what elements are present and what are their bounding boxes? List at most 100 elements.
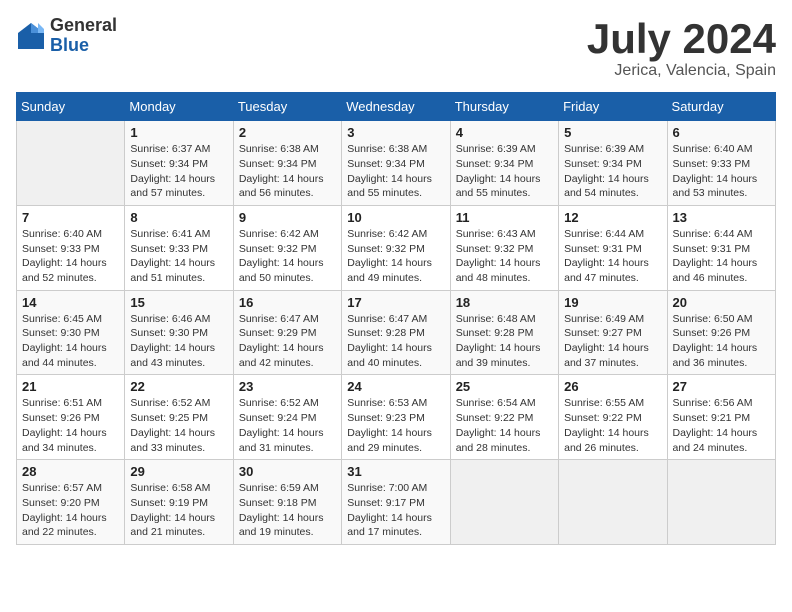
day-number: 20 (673, 295, 770, 310)
calendar-cell: 14 Sunrise: 6:45 AMSunset: 9:30 PMDayligh… (17, 290, 125, 375)
day-number: 24 (347, 379, 444, 394)
calendar-header: SundayMondayTuesdayWednesdayThursdayFrid… (17, 93, 776, 121)
logo-icon (16, 21, 46, 51)
day-number: 14 (22, 295, 119, 310)
day-number: 31 (347, 464, 444, 479)
day-detail: Sunrise: 6:41 AMSunset: 9:33 PMDaylight:… (130, 227, 227, 286)
day-number: 10 (347, 210, 444, 225)
day-number: 17 (347, 295, 444, 310)
weekday-header-thursday: Thursday (450, 93, 558, 121)
day-detail: Sunrise: 6:46 AMSunset: 9:30 PMDaylight:… (130, 312, 227, 371)
day-number: 29 (130, 464, 227, 479)
calendar-cell: 11 Sunrise: 6:43 AMSunset: 9:32 PMDayligh… (450, 205, 558, 290)
calendar-cell: 29 Sunrise: 6:58 AMSunset: 9:19 PMDayligh… (125, 460, 233, 545)
day-detail: Sunrise: 6:45 AMSunset: 9:30 PMDaylight:… (22, 312, 119, 371)
day-detail: Sunrise: 6:54 AMSunset: 9:22 PMDaylight:… (456, 396, 553, 455)
calendar-cell: 15 Sunrise: 6:46 AMSunset: 9:30 PMDayligh… (125, 290, 233, 375)
day-detail: Sunrise: 6:39 AMSunset: 9:34 PMDaylight:… (456, 142, 553, 201)
day-number: 15 (130, 295, 227, 310)
day-detail: Sunrise: 6:44 AMSunset: 9:31 PMDaylight:… (673, 227, 770, 286)
day-detail: Sunrise: 6:58 AMSunset: 9:19 PMDaylight:… (130, 481, 227, 540)
calendar-week-row: 21Sunrise: 6:51 AMSunset: 9:26 PMDayligh… (17, 375, 776, 460)
weekday-header-saturday: Saturday (667, 93, 775, 121)
day-number: 19 (564, 295, 661, 310)
weekday-header-tuesday: Tuesday (233, 93, 341, 121)
calendar-cell: 12Sunrise: 6:44 AMSunset: 9:31 PMDayligh… (559, 205, 667, 290)
day-detail: Sunrise: 6:38 AMSunset: 9:34 PMDaylight:… (347, 142, 444, 201)
calendar-cell: 31Sunrise: 7:00 AMSunset: 9:17 PMDayligh… (342, 460, 450, 545)
calendar-cell: 20 Sunrise: 6:50 AMSunset: 9:26 PMDayligh… (667, 290, 775, 375)
calendar-cell (559, 460, 667, 545)
day-detail: Sunrise: 6:59 AMSunset: 9:18 PMDaylight:… (239, 481, 336, 540)
calendar-cell: 10 Sunrise: 6:42 AMSunset: 9:32 PMDayligh… (342, 205, 450, 290)
day-number: 3 (347, 125, 444, 140)
day-detail: Sunrise: 6:40 AMSunset: 9:33 PMDaylight:… (22, 227, 119, 286)
calendar-cell: 4 Sunrise: 6:39 AMSunset: 9:34 PMDaylight… (450, 121, 558, 206)
calendar-cell: 24 Sunrise: 6:53 AMSunset: 9:23 PMDayligh… (342, 375, 450, 460)
day-number: 23 (239, 379, 336, 394)
day-detail: Sunrise: 6:53 AMSunset: 9:23 PMDaylight:… (347, 396, 444, 455)
day-number: 2 (239, 125, 336, 140)
calendar-cell: 22Sunrise: 6:52 AMSunset: 9:25 PMDayligh… (125, 375, 233, 460)
day-detail: Sunrise: 6:40 AMSunset: 9:33 PMDaylight:… (673, 142, 770, 201)
weekday-header-monday: Monday (125, 93, 233, 121)
page-header: General Blue July 2024 Jerica, Valencia,… (16, 16, 776, 80)
day-number: 26 (564, 379, 661, 394)
day-detail: Sunrise: 6:49 AMSunset: 9:27 PMDaylight:… (564, 312, 661, 371)
calendar-cell: 16Sunrise: 6:47 AMSunset: 9:29 PMDayligh… (233, 290, 341, 375)
logo: General Blue (16, 16, 117, 56)
day-detail: Sunrise: 6:38 AMSunset: 9:34 PMDaylight:… (239, 142, 336, 201)
logo-blue-text: Blue (50, 36, 117, 56)
day-detail: Sunrise: 6:42 AMSunset: 9:32 PMDaylight:… (347, 227, 444, 286)
calendar-cell: 26 Sunrise: 6:55 AMSunset: 9:22 PMDayligh… (559, 375, 667, 460)
day-detail: Sunrise: 6:55 AMSunset: 9:22 PMDaylight:… (564, 396, 661, 455)
day-detail: Sunrise: 6:52 AMSunset: 9:25 PMDaylight:… (130, 396, 227, 455)
day-detail: Sunrise: 6:50 AMSunset: 9:26 PMDaylight:… (673, 312, 770, 371)
location-text: Jerica, Valencia, Spain (587, 62, 776, 80)
calendar-cell: 23 Sunrise: 6:52 AMSunset: 9:24 PMDayligh… (233, 375, 341, 460)
day-number: 6 (673, 125, 770, 140)
day-number: 25 (456, 379, 553, 394)
calendar-cell: 1Sunrise: 6:37 AMSunset: 9:34 PMDaylight… (125, 121, 233, 206)
calendar-cell: 9 Sunrise: 6:42 AMSunset: 9:32 PMDaylight… (233, 205, 341, 290)
calendar-cell: 2 Sunrise: 6:38 AMSunset: 9:34 PMDaylight… (233, 121, 341, 206)
calendar-cell: 5 Sunrise: 6:39 AMSunset: 9:34 PMDaylight… (559, 121, 667, 206)
day-number: 28 (22, 464, 119, 479)
calendar-cell: 28Sunrise: 6:57 AMSunset: 9:20 PMDayligh… (17, 460, 125, 545)
calendar-week-row: 14 Sunrise: 6:45 AMSunset: 9:30 PMDayligh… (17, 290, 776, 375)
day-number: 18 (456, 295, 553, 310)
weekday-header-friday: Friday (559, 93, 667, 121)
weekday-header-row: SundayMondayTuesdayWednesdayThursdayFrid… (17, 93, 776, 121)
day-number: 12 (564, 210, 661, 225)
calendar-cell (450, 460, 558, 545)
logo-text: General Blue (50, 16, 117, 56)
calendar-cell: 27Sunrise: 6:56 AMSunset: 9:21 PMDayligh… (667, 375, 775, 460)
day-number: 5 (564, 125, 661, 140)
day-detail: Sunrise: 6:56 AMSunset: 9:21 PMDaylight:… (673, 396, 770, 455)
calendar-cell: 8Sunrise: 6:41 AMSunset: 9:33 PMDaylight… (125, 205, 233, 290)
day-detail: Sunrise: 6:43 AMSunset: 9:32 PMDaylight:… (456, 227, 553, 286)
calendar-cell: 7 Sunrise: 6:40 AMSunset: 9:33 PMDaylight… (17, 205, 125, 290)
month-title: July 2024 (587, 16, 776, 62)
calendar-week-row: 28Sunrise: 6:57 AMSunset: 9:20 PMDayligh… (17, 460, 776, 545)
calendar-week-row: 1Sunrise: 6:37 AMSunset: 9:34 PMDaylight… (17, 121, 776, 206)
calendar-week-row: 7 Sunrise: 6:40 AMSunset: 9:33 PMDaylight… (17, 205, 776, 290)
day-number: 13 (673, 210, 770, 225)
day-number: 11 (456, 210, 553, 225)
weekday-header-wednesday: Wednesday (342, 93, 450, 121)
calendar-cell: 19 Sunrise: 6:49 AMSunset: 9:27 PMDayligh… (559, 290, 667, 375)
calendar-cell: 25 Sunrise: 6:54 AMSunset: 9:22 PMDayligh… (450, 375, 558, 460)
day-detail: Sunrise: 6:42 AMSunset: 9:32 PMDaylight:… (239, 227, 336, 286)
day-detail: Sunrise: 6:51 AMSunset: 9:26 PMDaylight:… (22, 396, 119, 455)
day-detail: Sunrise: 6:52 AMSunset: 9:24 PMDaylight:… (239, 396, 336, 455)
day-detail: Sunrise: 6:39 AMSunset: 9:34 PMDaylight:… (564, 142, 661, 201)
day-number: 7 (22, 210, 119, 225)
title-block: July 2024 Jerica, Valencia, Spain (587, 16, 776, 80)
day-number: 9 (239, 210, 336, 225)
calendar-cell: 17Sunrise: 6:47 AMSunset: 9:28 PMDayligh… (342, 290, 450, 375)
calendar-cell: 13 Sunrise: 6:44 AMSunset: 9:31 PMDayligh… (667, 205, 775, 290)
day-number: 4 (456, 125, 553, 140)
day-number: 16 (239, 295, 336, 310)
calendar-table: SundayMondayTuesdayWednesdayThursdayFrid… (16, 92, 776, 545)
calendar-cell (667, 460, 775, 545)
